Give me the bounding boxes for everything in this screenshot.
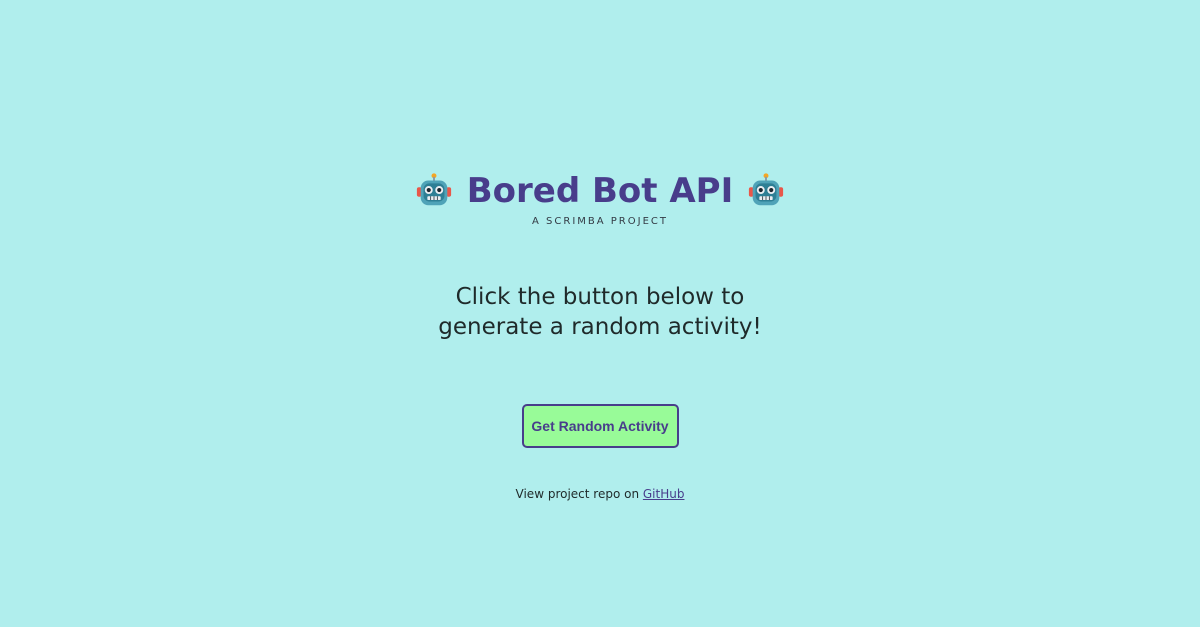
- page-title: Bored Bot API: [466, 171, 734, 211]
- title-row: Bored Bot API: [0, 168, 1200, 214]
- instruction-text: Click the button below to generate a ran…: [0, 282, 1200, 342]
- footer: View project repo on GitHub: [0, 487, 1200, 501]
- page-subtitle: A SCRIMBA PROJECT: [532, 216, 668, 227]
- robot-face-icon: [749, 173, 784, 206]
- robot-face-icon: [416, 173, 451, 206]
- instruction-line-1: Click the button below to: [455, 284, 745, 310]
- github-link[interactable]: GitHub: [643, 487, 685, 501]
- get-random-activity-button[interactable]: Get Random Activity: [521, 404, 679, 448]
- button-container: Get Random Activity: [0, 404, 1200, 448]
- instruction-line-2: generate a random activity!: [438, 314, 762, 340]
- footer-text: View project repo on: [515, 487, 643, 501]
- page-header: Bored Bot API A SCRIMBA PROJECT: [0, 168, 1200, 227]
